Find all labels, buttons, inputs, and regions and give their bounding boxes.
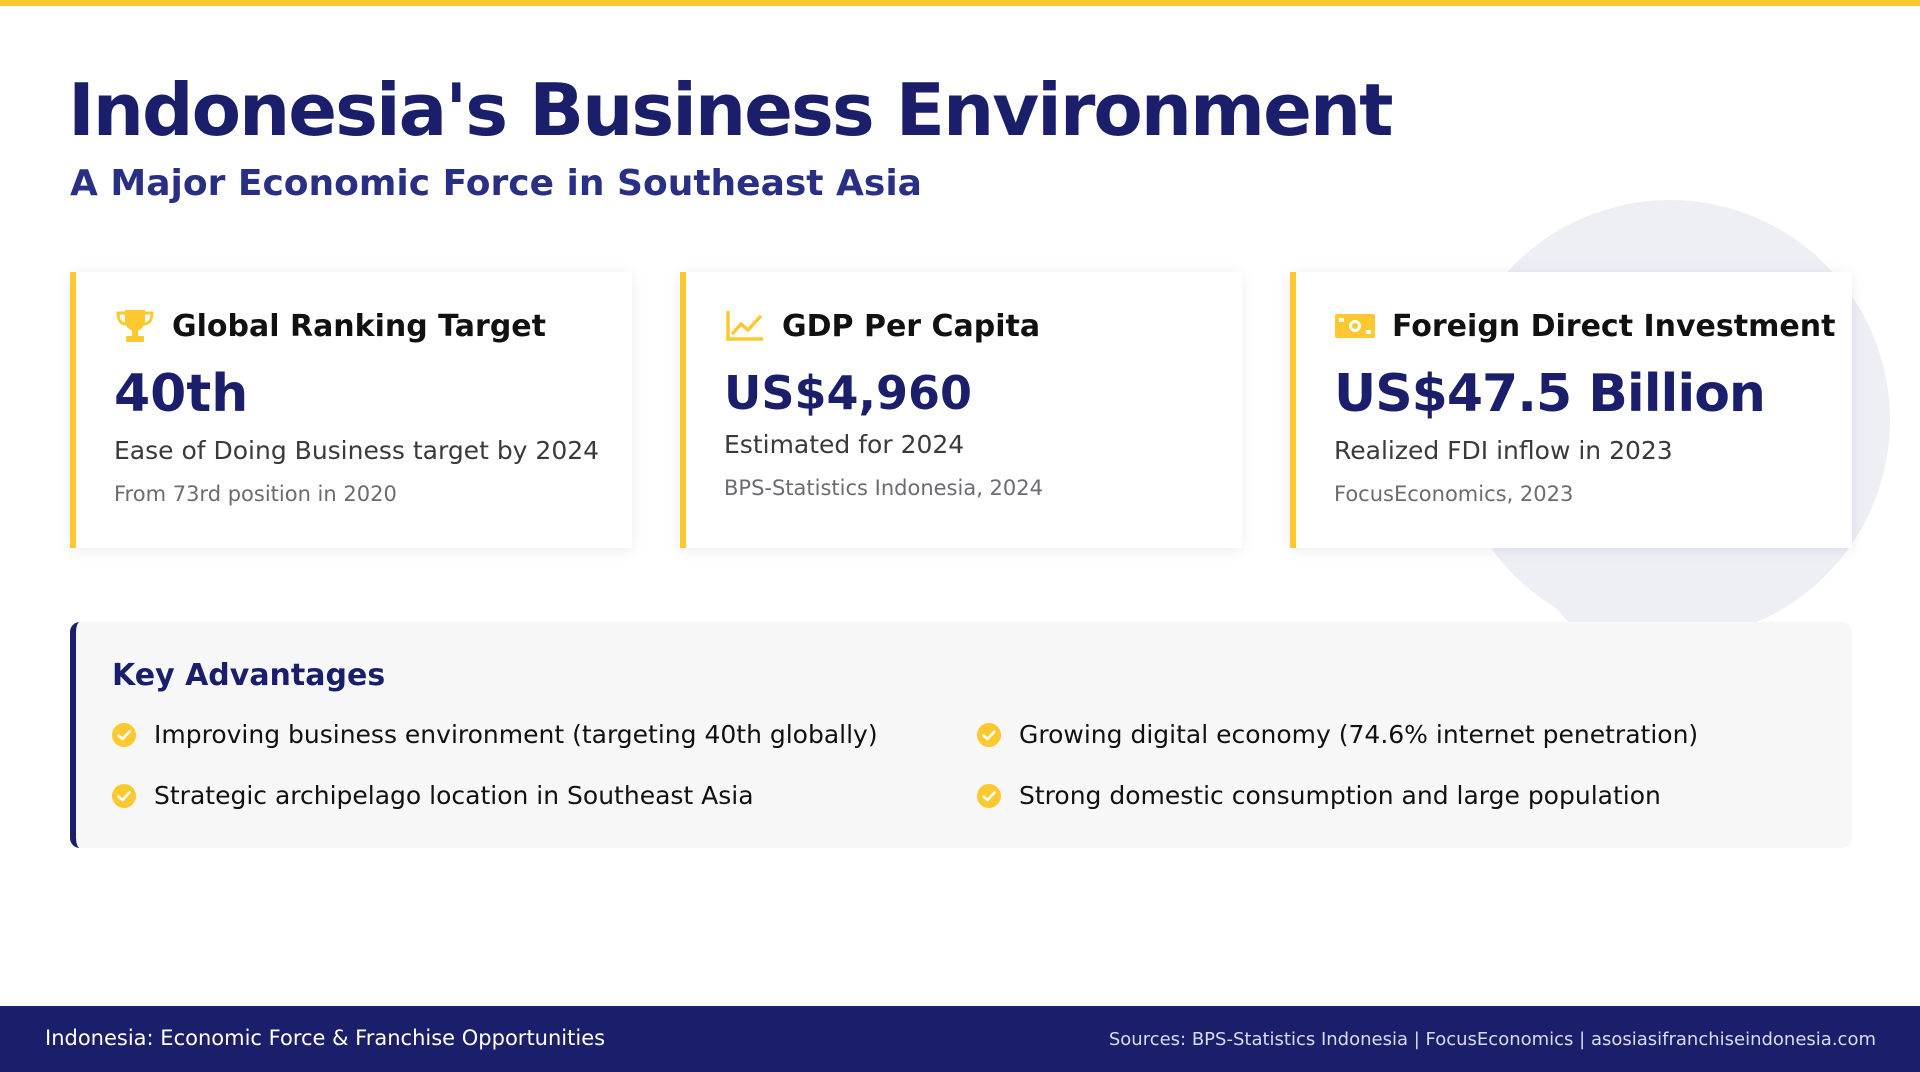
card-header: Global Ranking Target: [114, 308, 546, 344]
key-advantages-panel: Key Advantages Improving business enviro…: [70, 622, 1852, 848]
check-circle-icon: [977, 722, 1001, 747]
card-description: Realized FDI inflow in 2023: [1334, 436, 1673, 465]
advantage-text: Improving business environment (targetin…: [154, 720, 878, 749]
top-accent-bar: [0, 0, 1920, 6]
card-header: GDP Per Capita: [724, 308, 1040, 344]
card-note: BPS-Statistics Indonesia, 2024: [724, 476, 1043, 500]
card-value: 40th: [114, 364, 249, 424]
card-label: GDP Per Capita: [782, 308, 1041, 344]
card-value: US$4,960: [724, 366, 972, 420]
advantage-text: Strong domestic consumption and large po…: [1019, 781, 1661, 810]
advantages-title: Key Advantages: [112, 658, 386, 693]
advantage-item: Growing digital economy (74.6% internet …: [977, 720, 1698, 749]
advantage-item: Strategic archipelago location in Southe…: [112, 781, 754, 810]
money-bill-icon: [1334, 308, 1376, 344]
card-label: Foreign Direct Investment: [1392, 308, 1836, 344]
chart-line-icon: [724, 308, 766, 344]
check-circle-icon: [977, 783, 1001, 808]
stat-cards: Global Ranking Target 40th Ease of Doing…: [70, 272, 1852, 548]
footer-sources: Sources: BPS-Statistics Indonesia | Focu…: [1108, 1029, 1876, 1050]
check-circle-icon: [112, 722, 136, 747]
card-description: Ease of Doing Business target by 2024: [114, 436, 600, 465]
trophy-icon: [114, 308, 156, 344]
card-note: From 73rd position in 2020: [114, 482, 397, 506]
check-circle-icon: [112, 783, 136, 808]
card-label: Global Ranking Target: [172, 308, 546, 344]
card-header: Foreign Direct Investment: [1334, 308, 1835, 344]
advantage-item: Strong domestic consumption and large po…: [977, 781, 1661, 810]
page-title: Indonesia's Business Environment: [68, 68, 1394, 152]
footer-title: Indonesia: Economic Force & Franchise Op…: [45, 1026, 606, 1050]
card-description: Estimated for 2024: [724, 430, 965, 459]
card-foreign-direct-investment: Foreign Direct Investment US$47.5 Billio…: [1290, 272, 1852, 548]
page-subtitle: A Major Economic Force in Southeast Asia: [70, 163, 922, 204]
footer-bar: Indonesia: Economic Force & Franchise Op…: [0, 1006, 1920, 1072]
advantage-item: Improving business environment (targetin…: [112, 720, 878, 749]
card-global-ranking: Global Ranking Target 40th Ease of Doing…: [70, 272, 632, 548]
card-gdp-per-capita: GDP Per Capita US$4,960 Estimated for 20…: [680, 272, 1242, 548]
advantage-text: Strategic archipelago location in Southe…: [154, 781, 754, 810]
advantage-text: Growing digital economy (74.6% internet …: [1019, 720, 1699, 749]
card-value: US$47.5 Billion: [1334, 364, 1766, 424]
card-note: FocusEconomics, 2023: [1334, 482, 1574, 506]
